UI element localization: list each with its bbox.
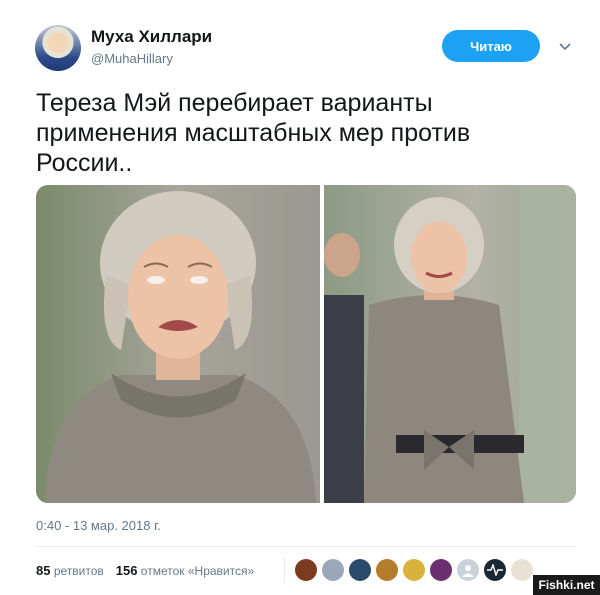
liker-avatar-1[interactable] — [295, 559, 317, 581]
waveform-icon[interactable] — [484, 559, 506, 581]
author-avatar[interactable] — [35, 25, 81, 71]
tweet-text: Тереза Мэй перебирает варианты применени… — [36, 89, 471, 177]
tweet-photo-left[interactable] — [36, 185, 320, 503]
following-button[interactable]: Читаю — [442, 30, 540, 62]
liker-avatar-5[interactable] — [403, 559, 425, 581]
retweets-count: 85 — [36, 563, 51, 578]
chevron-down-icon[interactable] — [558, 40, 572, 54]
author-handle[interactable]: @MuhaHillary — [91, 51, 173, 66]
stats-divider — [284, 557, 285, 583]
likes-label: отметок «Нравится» — [140, 564, 255, 578]
likes-stat[interactable]: 156 отметок «Нравится» — [115, 563, 255, 578]
tweet-stats: 85 ретвитов 156 отметок «Нравится» — [36, 563, 254, 578]
default-avatar-icon[interactable] — [457, 559, 479, 581]
tweet-timestamp[interactable]: 0:40 - 13 мар. 2018 г. — [36, 518, 161, 533]
liker-avatar-3[interactable] — [349, 559, 371, 581]
divider — [36, 546, 576, 547]
retweets-label: ретвитов — [53, 564, 104, 578]
liker-avatar-6[interactable] — [430, 559, 452, 581]
liker-avatar-2[interactable] — [322, 559, 344, 581]
liker-avatars — [295, 559, 538, 581]
retweets-stat[interactable]: 85 ретвитов — [36, 563, 104, 578]
author-display-name[interactable]: Муха Хиллари — [91, 27, 212, 47]
tweet-photo-right[interactable] — [324, 185, 576, 503]
likes-count: 156 — [115, 563, 138, 578]
liker-avatar-9[interactable] — [511, 559, 533, 581]
liker-avatar-4[interactable] — [376, 559, 398, 581]
watermark-logo: Fishki.net — [533, 575, 600, 595]
